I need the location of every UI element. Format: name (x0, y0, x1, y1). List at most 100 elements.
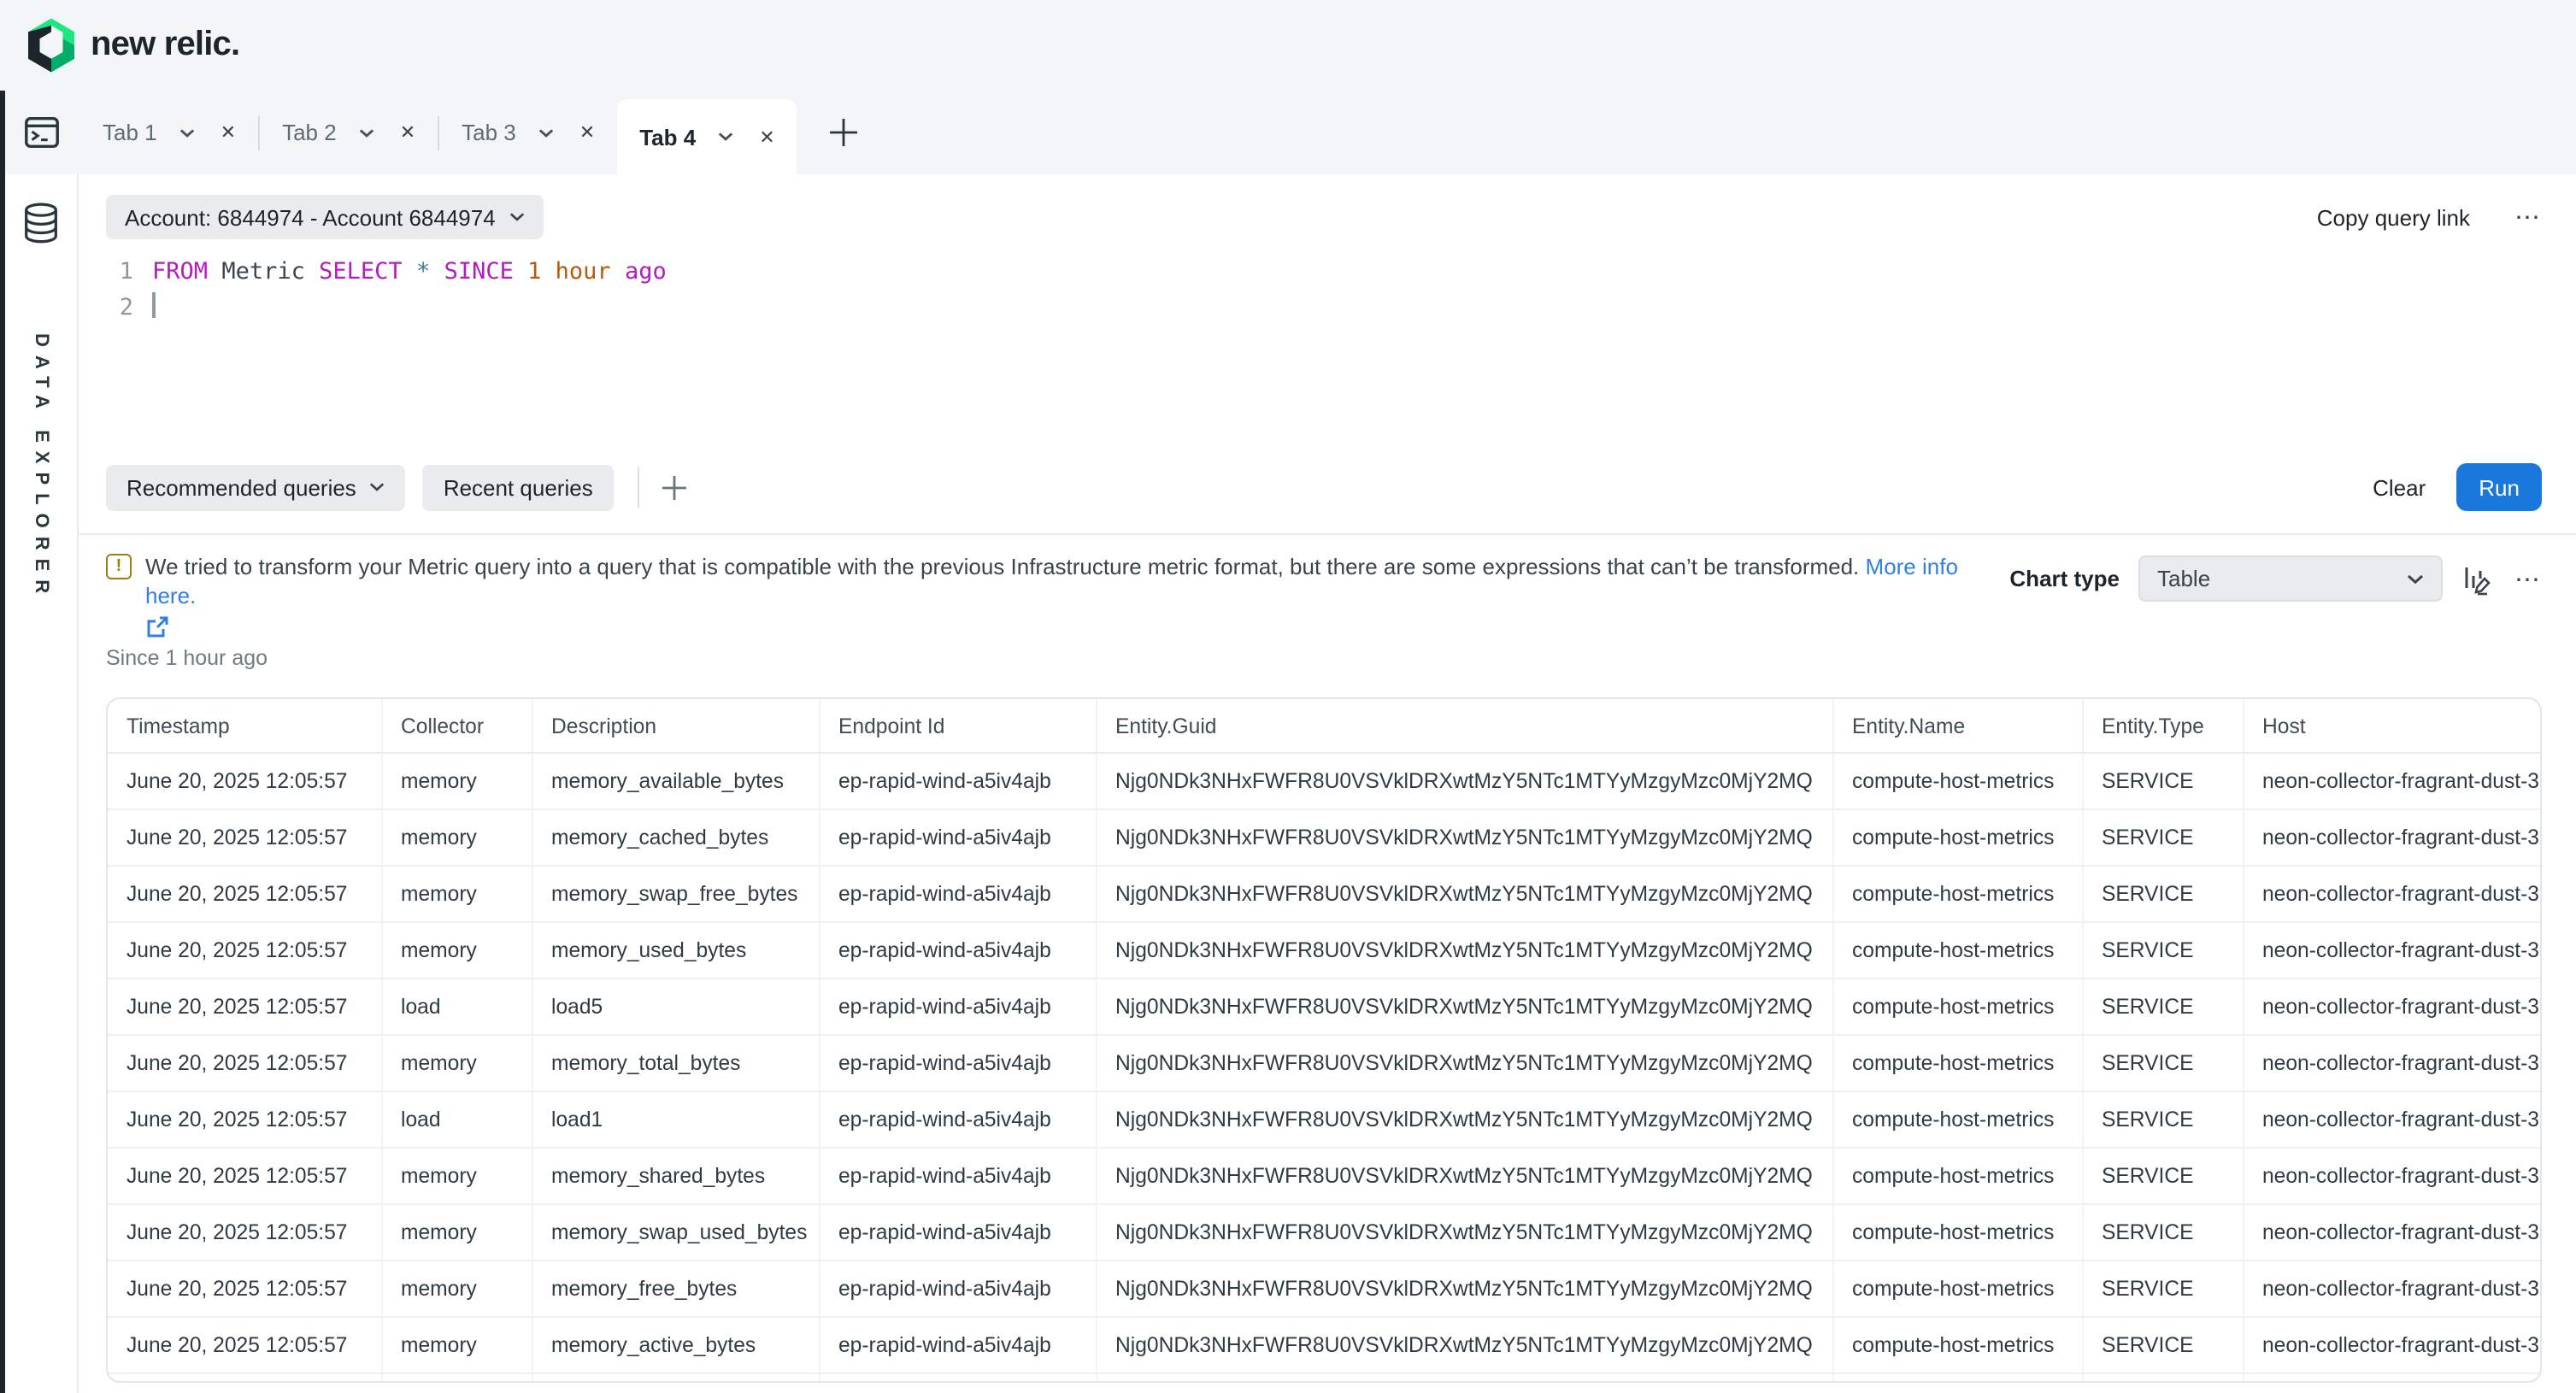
table-cell: compute-host-metrics (1832, 1204, 2082, 1261)
table-cell: ep-rapid-wind-a5iv4ajb (819, 1373, 1096, 1383)
table-cell: June 20, 2025 12:05:57 (108, 1204, 381, 1261)
chevron-down-icon (2407, 573, 2424, 584)
table-cell: memory_swap_used_bytes (532, 1204, 819, 1261)
column-header[interactable]: Endpoint Id (819, 699, 1096, 753)
table-cell: memory (381, 1261, 532, 1317)
add-query-button[interactable] (660, 473, 689, 502)
tab-1[interactable]: Tab 1 ✕ (80, 91, 258, 174)
table-cell: compute-host-metrics (1832, 1317, 2082, 1373)
table-cell: memory (381, 1204, 532, 1261)
table-cell: ep-rapid-wind-a5iv4ajb (819, 753, 1096, 809)
table-cell: memory_shared_bytes (532, 1148, 819, 1204)
chart-type-label: Chart type (2009, 566, 2120, 591)
tab-2[interactable]: Tab 2✕ (260, 91, 438, 174)
query-editor[interactable]: 1FROM Metric SELECT * SINCE 1 hour ago2 (79, 255, 2576, 326)
table-cell: June 20, 2025 12:05:57 (108, 1373, 381, 1383)
query-actions-row: Recommended queries Recent queries Clear… (79, 463, 2576, 511)
chart-more-menu-icon[interactable]: ⋯ (2514, 563, 2542, 594)
table-cell: Njg0NDk3NHxFWFR8U0VSVklDRXwtMzY5NTc1MTYy… (1096, 1091, 1832, 1148)
table-cell: June 20, 2025 12:05:57 (108, 1091, 381, 1148)
table-body: June 20, 2025 12:05:57memorymemory_avail… (108, 753, 2540, 1383)
chevron-down-icon[interactable] (179, 127, 195, 138)
table-cell: compute-host-metrics (1832, 1148, 2082, 1204)
plus-icon (660, 473, 689, 502)
table-row: June 20, 2025 12:05:57memorymemory_swap_… (108, 866, 2540, 922)
table-cell: load1 (532, 1091, 819, 1148)
table-cell: Njg0NDk3NHxFWFR8U0VSVklDRXwtMzY5NTc1MTYy… (1096, 866, 1832, 922)
recent-queries-button[interactable]: Recent queries (423, 464, 614, 510)
column-header[interactable]: Timestamp (108, 699, 381, 753)
external-link-icon[interactable] (145, 615, 169, 639)
data-explorer-rail: DATA EXPLORER (5, 174, 79, 1393)
table-cell: SERVICE (2082, 866, 2243, 922)
tab-3[interactable]: Tab 3✕ (439, 91, 617, 174)
table-cell: June 20, 2025 12:05:57 (108, 1148, 381, 1204)
table-cell: neon-collector-fragrant-dust-3 (2243, 1261, 2540, 1317)
column-header[interactable]: Description (532, 699, 819, 753)
results-table: TimestampCollectorDescriptionEndpoint Id… (108, 699, 2540, 1383)
close-icon[interactable]: ✕ (579, 121, 595, 144)
database-icon[interactable] (21, 202, 62, 244)
chevron-down-icon[interactable] (718, 132, 733, 142)
column-header[interactable]: Collector (381, 699, 532, 753)
notice: ! We tried to transform your Metric quer… (106, 552, 2009, 670)
column-header[interactable]: Entity.Type (2082, 699, 2243, 753)
edit-chart-icon[interactable] (2461, 561, 2496, 596)
table-cell: memory (381, 922, 532, 979)
table-cell: ep-rapid-wind-a5iv4ajb (819, 922, 1096, 979)
chevron-down-icon[interactable] (359, 127, 374, 138)
chart-type-select[interactable]: Table (2138, 555, 2443, 602)
query-header-right: Copy query link ⋯ (2317, 202, 2542, 232)
warning-icon: ! (106, 554, 132, 579)
close-icon[interactable]: ✕ (759, 126, 774, 148)
table-cell: memory_total_bytes (532, 1035, 819, 1091)
copy-query-link-button[interactable]: Copy query link (2317, 204, 2470, 230)
tab-label: Tab 1 (103, 120, 157, 145)
query-console-icon[interactable] (22, 113, 62, 152)
table-cell: Njg0NDk3NHxFWFR8U0VSVklDRXwtMzY5NTc1MTYy… (1096, 1148, 1832, 1204)
more-menu-icon[interactable]: ⋯ (2514, 202, 2542, 232)
table-cell: load (381, 979, 532, 1035)
chevron-down-icon (509, 212, 525, 222)
table-cell: memory (381, 1148, 532, 1204)
table-row: June 20, 2025 12:05:57loadload5ep-rapid-… (108, 979, 2540, 1035)
close-icon[interactable]: ✕ (400, 121, 415, 144)
table-row: June 20, 2025 12:05:57memorymemory_buffe… (108, 1373, 2540, 1383)
table-cell: compute-host-metrics (1832, 979, 2082, 1035)
table-cell: compute-host-metrics (1832, 1261, 2082, 1317)
recent-queries-label: Recent queries (444, 474, 593, 500)
line-number: 2 (106, 291, 133, 326)
tab-bar: Tab 1✕Tab 2✕Tab 3✕Tab 4✕ Send us feedbac… (0, 91, 2576, 174)
add-tab-button[interactable] (828, 116, 861, 149)
close-icon[interactable]: ✕ (221, 121, 236, 144)
table-cell: ep-rapid-wind-a5iv4ajb (819, 1091, 1096, 1148)
recommended-queries-button[interactable]: Recommended queries (106, 464, 406, 510)
divider (638, 467, 639, 508)
table-cell: SERVICE (2082, 1035, 2243, 1091)
table-cell: Njg0NDk3NHxFWFR8U0VSVklDRXwtMzY5NTc1MTYy… (1096, 809, 1832, 866)
chevron-down-icon[interactable] (538, 127, 554, 138)
table-cell: June 20, 2025 12:05:57 (108, 1035, 381, 1091)
table-cell: June 20, 2025 12:05:57 (108, 753, 381, 809)
column-header[interactable]: Host (2243, 699, 2540, 753)
table-cell: neon-collector-fragrant-dust-3 (2243, 979, 2540, 1035)
run-button[interactable]: Run (2456, 463, 2542, 511)
column-header[interactable]: Entity.Name (1832, 699, 2082, 753)
clear-button[interactable]: Clear (2373, 474, 2426, 500)
table-cell: memory (381, 866, 532, 922)
app-header: new relic. (0, 0, 2576, 91)
tab-strip: Tab 1✕Tab 2✕Tab 3✕Tab 4✕ (80, 91, 861, 174)
table-cell: compute-host-metrics (1832, 1035, 2082, 1091)
table-row: June 20, 2025 12:05:57memorymemory_used_… (108, 922, 2540, 979)
tab-4[interactable]: Tab 4✕ (617, 99, 797, 174)
table-cell: June 20, 2025 12:05:57 (108, 1261, 381, 1317)
table-cell: SERVICE (2082, 1091, 2243, 1148)
table-cell: memory_active_bytes (532, 1317, 819, 1373)
table-cell: load (381, 1091, 532, 1148)
table-cell: Njg0NDk3NHxFWFR8U0VSVklDRXwtMzY5NTc1MTYy… (1096, 753, 1832, 809)
table-cell: SERVICE (2082, 1261, 2243, 1317)
account-picker[interactable]: Account: 6844974 - Account 6844974 (106, 195, 544, 239)
column-header[interactable]: Entity.Guid (1096, 699, 1832, 753)
table-cell: SERVICE (2082, 1317, 2243, 1373)
table-row: June 20, 2025 12:05:57loadload1ep-rapid-… (108, 1091, 2540, 1148)
